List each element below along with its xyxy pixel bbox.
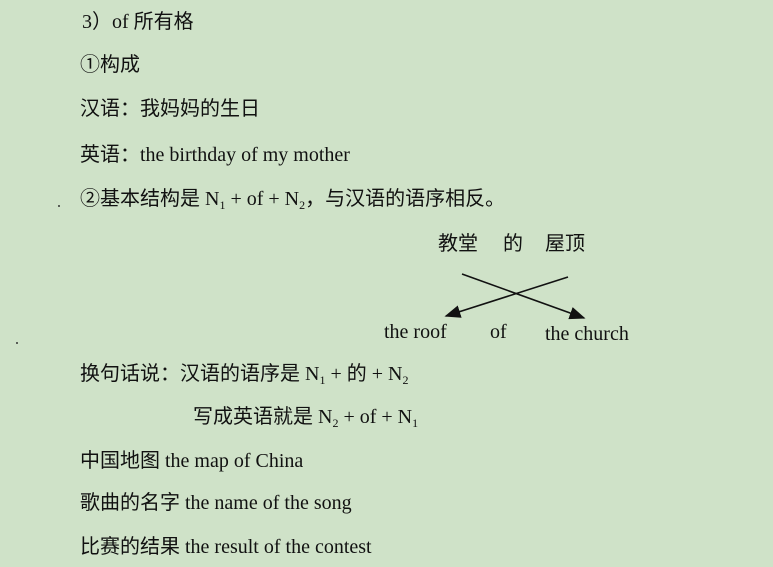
crossing-arrows xyxy=(444,273,586,320)
diagram-en-church: the church xyxy=(545,323,629,345)
example-item: 比赛的结果 the result of the contest xyxy=(80,536,372,558)
subscript: 1 xyxy=(412,416,419,430)
explain-english-order: 写成英语就是 N2 + of + N1 xyxy=(193,405,418,429)
explain-mid: + of + N xyxy=(338,406,413,428)
example-item: 歌曲的名字 the name of the song xyxy=(80,492,352,514)
explain-chinese-order: 换句话说：汉语的语序是 N1 + 的 + N2 xyxy=(80,362,408,386)
diagram-en-of: of xyxy=(490,321,507,343)
diagram-en-roof: the roof xyxy=(384,321,447,343)
explain-prefix: 写成英语就是 N xyxy=(193,406,333,428)
explain-prefix: 换句话说：汉语的语序是 N xyxy=(80,363,320,385)
example-item: 中国地图 the map of China xyxy=(80,450,304,472)
dot-mark xyxy=(16,342,18,344)
explain-mid: + 的 + N xyxy=(325,363,403,385)
subscript: 2 xyxy=(402,373,409,387)
